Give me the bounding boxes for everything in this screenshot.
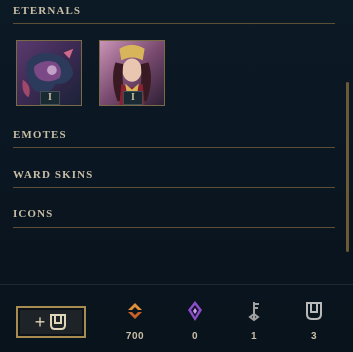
section-divider bbox=[13, 227, 335, 228]
currency-amount: 0 bbox=[191, 331, 199, 342]
currency-chests: 3 bbox=[292, 300, 336, 342]
currency-orange-essence: 700 bbox=[113, 300, 157, 342]
section-title-ward-skins[interactable]: WARD SKINS bbox=[13, 169, 93, 181]
section-divider bbox=[13, 23, 335, 24]
orange-essence-icon bbox=[128, 303, 142, 319]
footer-divider bbox=[0, 284, 353, 285]
add-button-plus: + bbox=[34, 311, 46, 332]
add-chest-button[interactable]: + bbox=[16, 306, 86, 338]
section-title-emotes[interactable]: EMOTES bbox=[13, 129, 67, 141]
eternal-rank-badge: I bbox=[40, 91, 60, 105]
section-divider bbox=[13, 147, 335, 148]
section-title-eternals[interactable]: ETERNALS bbox=[13, 5, 81, 17]
section-title-icons[interactable]: ICONS bbox=[13, 208, 53, 220]
currency-amount: 700 bbox=[125, 331, 145, 342]
eternal-rank-badge: I bbox=[123, 91, 143, 105]
chest-icon bbox=[306, 302, 322, 320]
mythic-essence-icon bbox=[188, 301, 202, 321]
currency-keys: 1 bbox=[232, 300, 276, 342]
currency-mythic-essence: 0 bbox=[173, 300, 217, 342]
currency-amount: 1 bbox=[250, 331, 258, 342]
eternal-card[interactable]: I bbox=[16, 40, 82, 106]
scrollbar-thumb[interactable] bbox=[346, 82, 349, 252]
key-icon bbox=[248, 302, 260, 322]
chest-icon bbox=[50, 314, 67, 330]
section-divider bbox=[13, 187, 335, 188]
currency-amount: 3 bbox=[310, 331, 318, 342]
eternal-card[interactable]: I bbox=[99, 40, 165, 106]
loot-panel: ETERNALS I I EMOTES WARD SKINS ICONS + 7… bbox=[0, 0, 353, 352]
